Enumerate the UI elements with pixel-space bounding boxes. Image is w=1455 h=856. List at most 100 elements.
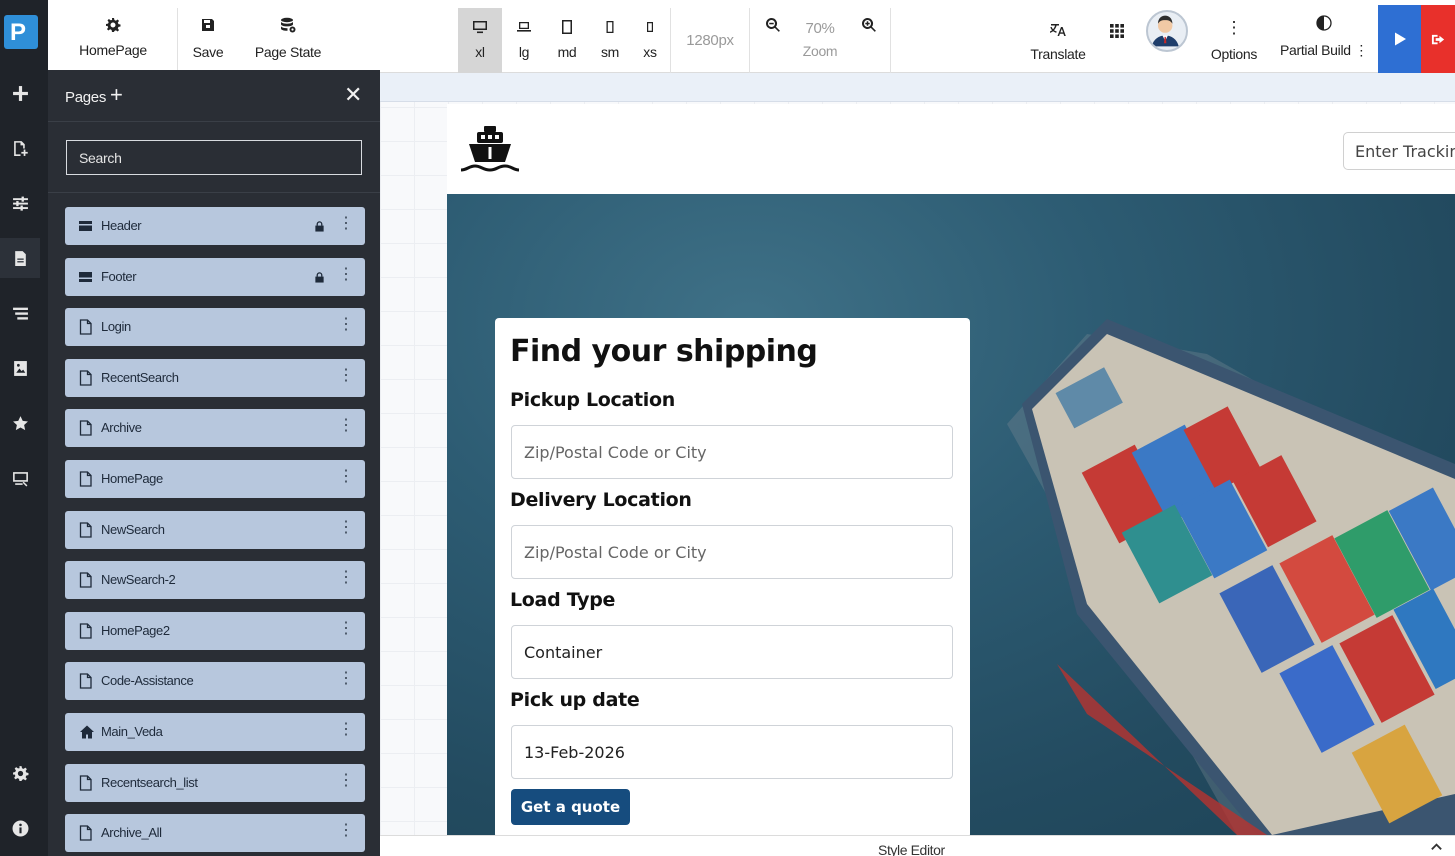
page-item-code-assistance[interactable]: Code-Assistance ⋮: [65, 662, 365, 701]
vertical-dots-icon[interactable]: ⋮: [338, 418, 354, 434]
breakpoint-lg-button[interactable]: lg: [504, 8, 544, 73]
vertical-dots-icon[interactable]: ⋮: [338, 367, 354, 384]
settings-sliders-button[interactable]: [0, 183, 40, 223]
vertical-dots-icon[interactable]: ⋮: [338, 266, 354, 283]
page-state-label: Page State: [254, 44, 322, 60]
shipping-form-card: Find your shipping Pickup Location Deliv…: [495, 318, 970, 835]
delivery-location-label: Delivery Location: [510, 489, 692, 511]
breakpoint-md-button[interactable]: md: [547, 8, 587, 73]
settings-button[interactable]: [0, 753, 40, 793]
page-item-header[interactable]: Header ⋮: [65, 207, 365, 245]
vertical-dots-icon: ⋮: [1225, 17, 1243, 37]
breakpoint-xl-label: xl: [475, 44, 485, 60]
pickup-date-label: Pick up date: [510, 689, 640, 711]
zoom-in-button[interactable]: [858, 0, 880, 73]
translate-label: Translate: [1030, 46, 1086, 62]
page-item-archive-all[interactable]: Archive_All ⋮: [65, 814, 365, 853]
homepage-button[interactable]: HomePage: [78, 0, 148, 73]
toolbar-divider: [177, 8, 178, 73]
apps-grid-button[interactable]: [1106, 0, 1128, 73]
zoom-out-button[interactable]: [762, 0, 784, 73]
breakpoint-xs-button[interactable]: xs: [632, 8, 668, 73]
options-button[interactable]: ⋮ Options: [1208, 0, 1260, 73]
breakpoint-md-label: md: [557, 44, 577, 60]
monitor-search-icon: [12, 471, 28, 486]
sliders-icon: [12, 196, 28, 211]
page-item-label: Archive_All: [101, 825, 162, 841]
run-preview-button[interactable]: [1378, 5, 1421, 73]
page-item-label: NewSearch-2: [101, 572, 176, 588]
add-page-button[interactable]: [0, 128, 40, 168]
vertical-dots-icon[interactable]: ⋮: [338, 469, 354, 485]
page-icon: [79, 572, 93, 588]
pickup-location-input[interactable]: [511, 425, 953, 479]
vertical-dots-icon[interactable]: ⋮: [338, 216, 354, 232]
vertical-dots-icon[interactable]: ⋮: [338, 671, 354, 687]
partial-build-button[interactable]: Partial Build ⋮: [1280, 0, 1368, 73]
pickup-date-input[interactable]: [511, 725, 953, 779]
small-phone-icon: [647, 22, 653, 32]
vertical-dots-icon[interactable]: ⋮: [338, 570, 354, 586]
exit-button[interactable]: [1421, 5, 1455, 73]
page-item-footer[interactable]: Footer ⋮: [65, 257, 365, 296]
page-item-label: Footer: [101, 268, 137, 284]
load-type-input[interactable]: [511, 625, 953, 679]
toolbar-divider: [749, 8, 750, 73]
page-item-label: HomePage2: [101, 622, 170, 638]
page-icon: [79, 471, 93, 487]
page-item-label: Code-Assistance: [101, 673, 194, 689]
toolbar-divider: [890, 8, 891, 73]
page-item-recentsearch[interactable]: RecentSearch ⋮: [65, 358, 365, 397]
add-page-icon: [13, 140, 28, 156]
media-button[interactable]: [0, 348, 40, 388]
page-item-newsearch-2[interactable]: NewSearch-2 ⋮: [65, 561, 365, 600]
breakpoint-sm-button[interactable]: sm: [590, 8, 630, 73]
save-label: Save: [192, 44, 224, 60]
style-editor-bar[interactable]: Style Editor: [380, 835, 1455, 856]
translate-button[interactable]: Translate: [1028, 0, 1088, 73]
zoom-label: Zoom: [802, 43, 838, 59]
close-icon[interactable]: ✕: [344, 84, 362, 106]
ship-logo-graphic: [460, 126, 520, 172]
page-item-newsearch[interactable]: NewSearch ⋮: [65, 510, 365, 549]
breakpoint-lg-label: lg: [518, 44, 530, 60]
page-item-label: HomePage: [101, 471, 163, 486]
document-icon: [14, 250, 26, 266]
save-button[interactable]: Save: [188, 0, 228, 73]
play-icon: [1394, 32, 1406, 46]
layers-button[interactable]: [0, 293, 40, 333]
get-quote-button[interactable]: Get a quote: [511, 789, 630, 825]
user-avatar[interactable]: [1146, 10, 1188, 52]
tracking-input[interactable]: [1343, 132, 1455, 170]
chevron-up-icon[interactable]: [1430, 840, 1443, 853]
breakpoint-xl-button[interactable]: xl: [458, 8, 502, 73]
pages-search-input[interactable]: [66, 140, 362, 175]
vertical-dots-icon[interactable]: ⋮: [338, 519, 354, 536]
preview-button[interactable]: [0, 458, 40, 498]
favorites-button[interactable]: [0, 403, 40, 443]
page-item-main-veda[interactable]: Main_Veda ⋮: [65, 713, 365, 751]
delivery-location-input[interactable]: [511, 525, 953, 579]
pages-panel-header: Pages + ✕: [48, 70, 380, 122]
translate-icon: [1050, 24, 1066, 36]
vertical-dots-icon[interactable]: ⋮: [338, 620, 354, 637]
info-button[interactable]: [0, 808, 40, 848]
gear-icon: [106, 18, 121, 32]
page-item-label: Login: [101, 319, 131, 335]
vertical-dots-icon[interactable]: ⋮: [338, 722, 354, 738]
vertical-dots-icon[interactable]: ⋮: [338, 317, 354, 333]
page-item-recentsearch-list[interactable]: Recentsearch_list ⋮: [65, 763, 365, 802]
add-page-plus-icon[interactable]: +: [110, 84, 123, 106]
tablet-icon: [562, 20, 572, 34]
page-item-archive[interactable]: Archive ⋮: [65, 409, 365, 448]
page-item-homepage2[interactable]: HomePage2 ⋮: [65, 611, 365, 650]
page-item-homepage[interactable]: HomePage ⋮: [65, 460, 365, 498]
star-icon: [12, 415, 28, 430]
homepage-label: HomePage: [79, 42, 147, 58]
vertical-dots-icon[interactable]: ⋮: [338, 772, 354, 789]
page-state-button[interactable]: Page State: [253, 0, 323, 73]
pages-button[interactable]: [0, 238, 40, 278]
vertical-dots-icon[interactable]: ⋮: [338, 823, 354, 839]
add-element-button[interactable]: [0, 73, 40, 113]
page-item-login[interactable]: Login ⋮: [65, 308, 365, 347]
